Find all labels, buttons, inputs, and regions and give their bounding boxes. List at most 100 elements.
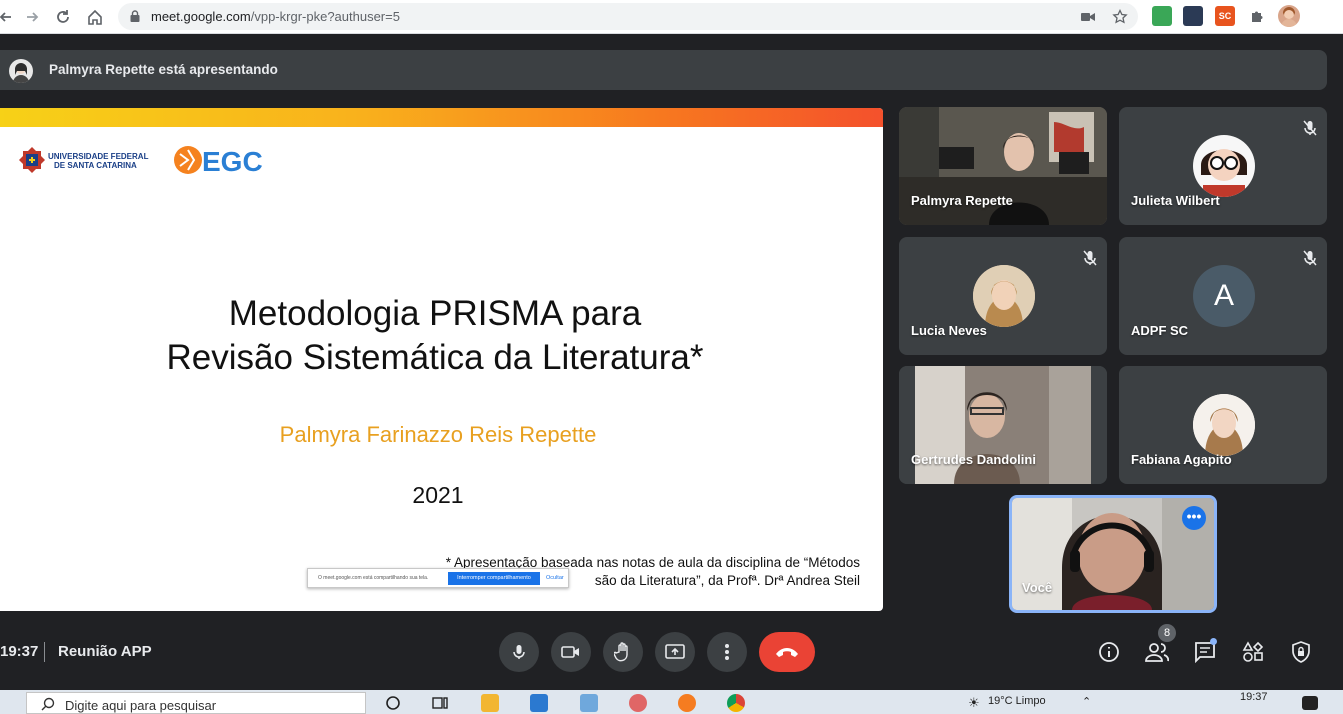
browser-toolbar: meet.google.com/vpp-krgr-pke?authuser=5 … [0, 0, 1343, 34]
extension-icon-dark[interactable] [1183, 6, 1203, 26]
app-icon-red[interactable] [629, 694, 647, 712]
address-bar[interactable]: meet.google.com/vpp-krgr-pke?authuser=5 [118, 3, 1138, 30]
self-view-tile[interactable]: ••• Você [1009, 495, 1217, 613]
meeting-time: 19:37 [0, 643, 39, 660]
bookmark-star-icon[interactable] [1110, 7, 1130, 27]
people-icon [1145, 643, 1169, 662]
participant-avatar [973, 265, 1035, 327]
weather-text[interactable]: 19°C Limpo [988, 695, 1046, 707]
ufsc-line-1: UNIVERSIDADE FEDERAL [48, 152, 149, 161]
activities-button[interactable] [1240, 639, 1266, 665]
activities-icon [1242, 641, 1264, 662]
extension-icon-green[interactable] [1152, 6, 1172, 26]
cortana-icon[interactable] [384, 694, 402, 712]
participant-tile[interactable]: Julieta Wilbert [1119, 107, 1327, 225]
slide-author: Palmyra Farinazzo Reis Repette [279, 422, 597, 447]
participant-name: Lucia Neves [911, 323, 987, 338]
camera-button[interactable] [551, 632, 591, 672]
mic-off-icon [1303, 250, 1317, 266]
egc-logo-text: EGC [202, 146, 263, 176]
raise-hand-button[interactable] [603, 632, 643, 672]
participant-tile[interactable]: Fabiana Agapito [1119, 366, 1327, 484]
camera-indicator-icon[interactable] [1078, 7, 1098, 27]
participant-name: Julieta Wilbert [1131, 193, 1220, 208]
participant-initial-avatar: A [1193, 265, 1255, 327]
forward-arrow-icon[interactable] [20, 5, 44, 29]
firefox-icon[interactable] [678, 694, 696, 712]
presenting-banner: Palmyra Repette está apresentando [0, 50, 1327, 90]
egc-logo: EGC [174, 146, 263, 176]
hide-share-button[interactable]: Ocultar [546, 575, 564, 581]
screen-share-notice: O meet.google.com está compartilhando su… [307, 568, 569, 588]
participant-name: Gertrudes Dandolini [911, 452, 1036, 467]
meeting-details-button[interactable] [1096, 639, 1122, 665]
url-host: meet.google.com [151, 9, 251, 24]
taskbar-search-input[interactable]: Digite aqui para pesquisar [26, 692, 366, 714]
people-button[interactable] [1144, 639, 1170, 665]
chevron-up-icon[interactable]: ⌃ [1082, 695, 1091, 708]
extension-sc-label: SC [1218, 11, 1232, 21]
present-screen-button[interactable] [655, 632, 695, 672]
presentation-slide: UNIVERSIDADE FEDERAL DE SANTA CATARINA E… [0, 108, 883, 611]
meeting-control-bar: 19:37 Reunião APP 8 [0, 620, 1343, 690]
leave-call-button[interactable] [759, 632, 815, 672]
participant-tile[interactable]: Palmyra Repette [899, 107, 1107, 225]
profile-avatar[interactable] [1278, 5, 1300, 27]
microphone-icon [513, 645, 525, 659]
more-options-button[interactable] [707, 632, 747, 672]
mail-icon[interactable] [530, 694, 548, 712]
vertical-dots-icon [725, 644, 729, 660]
participant-name: ADPF SC [1131, 323, 1189, 338]
extensions-puzzle-icon[interactable] [1247, 6, 1267, 26]
participant-tile[interactable]: Lucia Neves [899, 237, 1107, 355]
presenting-text: Palmyra Repette está apresentando [49, 62, 278, 77]
home-icon[interactable] [83, 5, 107, 29]
chrome-icon[interactable] [727, 694, 745, 712]
mic-off-icon [1303, 120, 1317, 136]
participant-avatar [1193, 135, 1255, 197]
extension-icon-sc[interactable]: SC [1215, 6, 1235, 26]
url-path: /vpp-krgr-pke?authuser=5 [250, 9, 400, 24]
ufsc-name: UNIVERSIDADE FEDERAL DE SANTA CATARINA [48, 152, 148, 170]
task-view-icon[interactable] [431, 694, 449, 712]
slide-year: 2021 [412, 482, 464, 508]
file-explorer-icon[interactable] [481, 694, 499, 712]
slide-title-line-2: Revisão Sistemática da Literatura* [166, 338, 704, 377]
more-options-icon[interactable]: ••• [1182, 506, 1206, 530]
app-icon[interactable] [580, 694, 598, 712]
info-icon [1099, 642, 1119, 662]
mic-off-icon [1083, 250, 1097, 266]
meeting-name: Reunião APP [58, 643, 152, 660]
taskbar-clock[interactable]: 19:37 [1240, 691, 1268, 703]
os-taskbar: Digite aqui para pesquisar ☀ 19°C Limpo … [0, 690, 1343, 714]
url-text: meet.google.com/vpp-krgr-pke?authuser=5 [151, 9, 400, 24]
notifications-icon[interactable] [1302, 696, 1318, 710]
ufsc-crest-icon [19, 147, 45, 173]
lock-icon [130, 10, 140, 22]
reload-icon[interactable] [51, 5, 75, 29]
participant-tile[interactable]: A ADPF SC [1119, 237, 1327, 355]
microphone-button[interactable] [499, 632, 539, 672]
stop-sharing-button[interactable]: Interromper compartilhamento [448, 572, 540, 585]
slide-title-line-1: Metodologia PRISMA para [228, 294, 642, 333]
participant-name: Fabiana Agapito [1131, 452, 1232, 467]
participant-name: Você [1022, 580, 1053, 595]
back-arrow-icon[interactable] [0, 5, 18, 29]
weather-icon: ☀ [968, 695, 980, 710]
participant-tile[interactable]: Gertrudes Dandolini [899, 366, 1107, 484]
present-screen-icon [665, 644, 685, 659]
slide-title: Metodologia PRISMA para Revisão Sistemát… [0, 292, 870, 380]
divider [44, 642, 45, 662]
search-icon [41, 697, 55, 711]
participant-avatar [1193, 394, 1255, 456]
camera-icon [561, 646, 579, 658]
presenter-avatar [9, 59, 33, 83]
slide-header-bar [0, 108, 883, 127]
participant-name: Palmyra Repette [911, 193, 1013, 208]
host-controls-button[interactable] [1288, 639, 1314, 665]
ufsc-line-2: DE SANTA CATARINA [54, 161, 137, 170]
shield-lock-icon [1292, 641, 1310, 663]
participant-count-badge: 8 [1158, 624, 1176, 642]
search-placeholder: Digite aqui para pesquisar [65, 698, 217, 713]
chat-notification-dot [1210, 638, 1217, 645]
